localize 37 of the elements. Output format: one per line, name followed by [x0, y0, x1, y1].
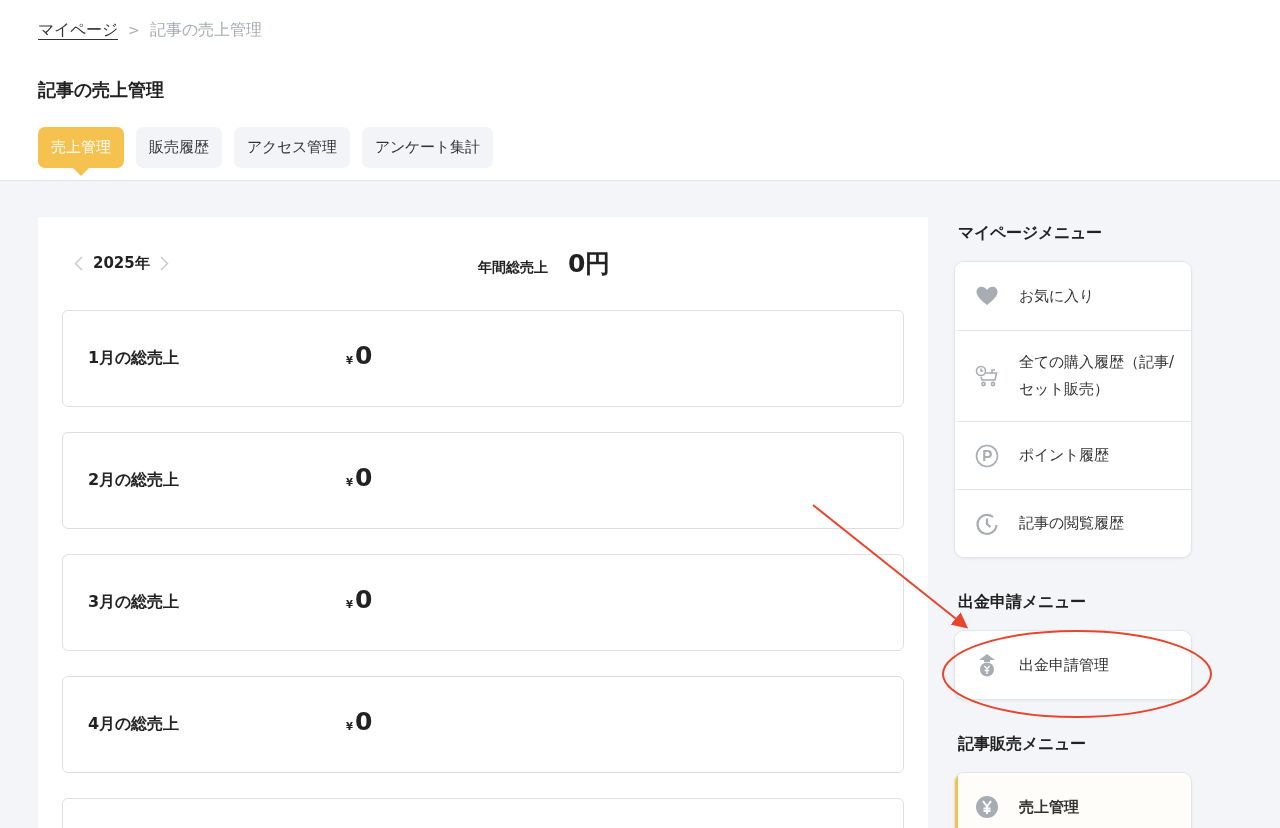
- cart-clock-icon: [975, 364, 999, 388]
- menu-item[interactable]: 出金申請管理: [955, 631, 1191, 699]
- year-label: 2025年: [93, 254, 150, 273]
- chevron-left-icon: [74, 256, 83, 271]
- month-value: ¥0: [346, 341, 373, 370]
- month-label: 2月の総売上: [88, 470, 181, 491]
- breadcrumb-link[interactable]: マイページ: [38, 19, 118, 41]
- month-value: ¥0: [346, 707, 373, 736]
- menu-item[interactable]: 記事の閲覧履歴: [955, 489, 1191, 557]
- menu-heading: マイページメニュー: [958, 223, 1103, 244]
- menu-heading: 出金申請メニュー: [958, 592, 1087, 613]
- tab[interactable]: アクセス管理: [234, 127, 350, 168]
- month-label: 1月の総売上: [88, 348, 181, 369]
- menu-item[interactable]: 全ての購入履歴（記事/セット販売）: [955, 330, 1191, 421]
- yen-coin-icon: [975, 795, 999, 819]
- page-title: 記事の売上管理: [38, 78, 165, 102]
- heart-icon: [975, 284, 999, 308]
- next-year-button[interactable]: [159, 256, 169, 271]
- menu-item[interactable]: お気に入り: [955, 262, 1191, 330]
- clock-icon: [975, 511, 999, 536]
- month-value: ¥0: [346, 585, 373, 614]
- breadcrumb-current: 記事の売上管理: [149, 19, 262, 41]
- chevron-right-icon: [159, 256, 169, 271]
- tab-pointer-icon: [73, 168, 89, 176]
- annual-sales-value: 0円: [568, 248, 611, 280]
- month-label: 4月の総売上: [88, 714, 181, 735]
- annual-sales-label: 年間総売上: [478, 258, 548, 277]
- points-icon: [975, 443, 999, 468]
- month-label: 3月の総売上: [88, 592, 181, 613]
- menu-heading: 記事販売メニュー: [958, 734, 1087, 755]
- month-value: ¥0: [346, 463, 373, 492]
- breadcrumb-separator: >: [128, 22, 140, 38]
- menu-item[interactable]: ポイント履歴: [955, 421, 1191, 489]
- tab[interactable]: アンケート集計: [362, 127, 493, 168]
- tab[interactable]: 販売履歴: [136, 127, 222, 168]
- previous-year-button[interactable]: [74, 256, 83, 271]
- menu-item[interactable]: 売上管理: [955, 773, 1191, 828]
